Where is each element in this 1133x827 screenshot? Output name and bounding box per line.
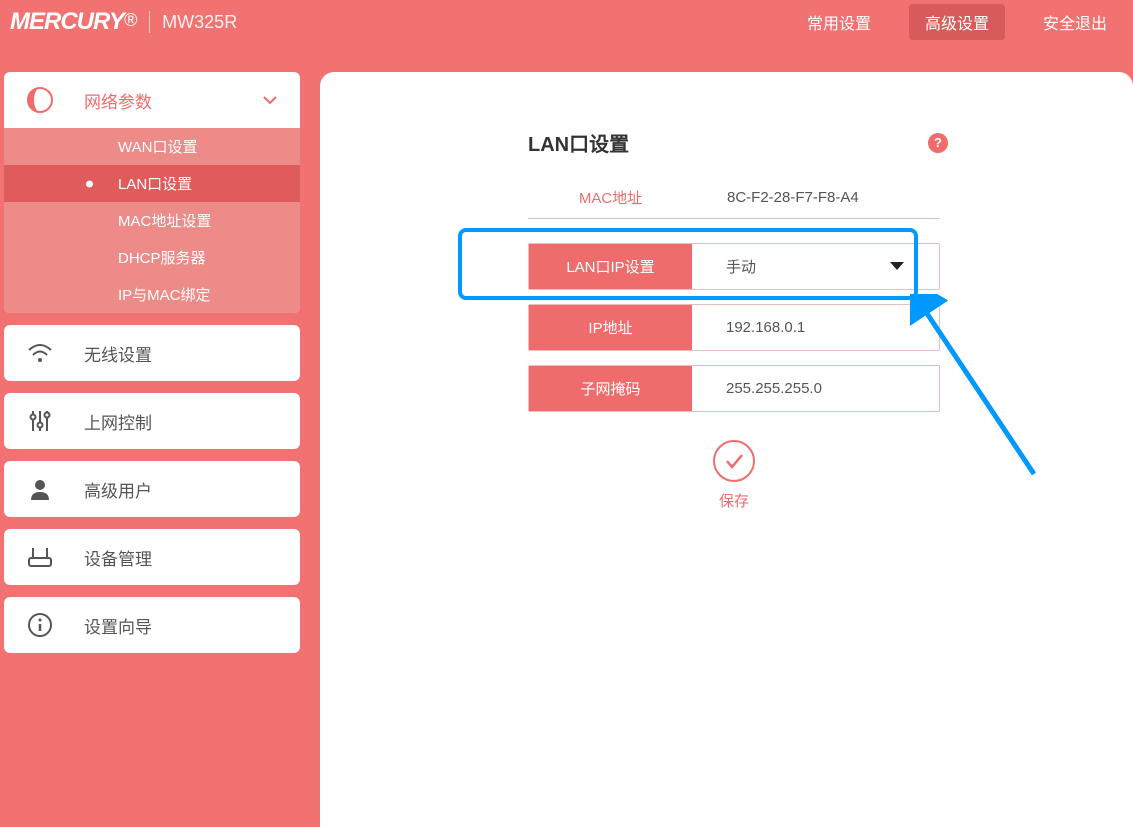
brand-logo: MERCURY (10, 8, 124, 36)
caret-down-icon (889, 258, 905, 275)
menu-users-header[interactable]: 高级用户 (4, 461, 300, 517)
menu-control-header[interactable]: 上网控制 (4, 393, 300, 449)
menu-control: 上网控制 (4, 393, 300, 449)
top-nav: 常用设置 高级设置 安全退出 (791, 4, 1123, 40)
save-block: 保存 (528, 440, 940, 511)
subnet-mask-input[interactable] (726, 380, 905, 397)
menu-wireless-label: 无线设置 (84, 341, 152, 366)
page-title: LAN口设置 (528, 128, 629, 157)
lan-ip-setting-select[interactable]: 手动 (692, 244, 939, 289)
page-title-row: LAN口设置 ? (528, 128, 948, 157)
help-icon[interactable]: ? (928, 133, 948, 153)
mac-label: MAC地址 (528, 187, 693, 208)
save-label: 保存 (719, 490, 749, 511)
menu-users-label: 高级用户 (84, 477, 152, 502)
menu-control-label: 上网控制 (84, 409, 152, 434)
menu-wireless-header[interactable]: 无线设置 (4, 325, 300, 381)
menu-device-header[interactable]: 设备管理 (4, 529, 300, 585)
globe-icon (26, 86, 54, 114)
subnet-mask-label: 子网掩码 (529, 366, 692, 411)
sidebar-item-dhcp[interactable]: DHCP服务器 (4, 239, 300, 276)
lan-ip-setting-value: 手动 (726, 256, 756, 277)
sidebar-item-lan[interactable]: LAN口设置 (4, 165, 300, 202)
ip-address-label: IP地址 (529, 305, 692, 350)
mac-value: 8C-F2-28-F7-F8-A4 (693, 189, 940, 206)
subnet-mask-row: 子网掩码 (528, 365, 940, 412)
info-icon (26, 611, 54, 639)
brand-reg: ® (124, 10, 137, 31)
nav-logout[interactable]: 安全退出 (1027, 4, 1123, 40)
menu-wireless: 无线设置 (4, 325, 300, 381)
menu-users: 高级用户 (4, 461, 300, 517)
wifi-icon (26, 339, 54, 367)
ip-address-row: IP地址 (528, 304, 940, 351)
check-icon (722, 449, 746, 473)
sidebar-item-mac[interactable]: MAC地址设置 (4, 202, 300, 239)
lan-ip-setting-row: LAN口IP设置 手动 (528, 243, 940, 290)
menu-device: 设备管理 (4, 529, 300, 585)
nav-advanced-settings[interactable]: 高级设置 (909, 4, 1005, 40)
brand-model: MW325R (162, 12, 237, 33)
menu-network-header[interactable]: 网络参数 (4, 72, 300, 128)
sliders-icon (26, 407, 54, 435)
menu-wizard: 设置向导 (4, 597, 300, 653)
sidebar-item-ipbind[interactable]: IP与MAC绑定 (4, 276, 300, 313)
mac-row: MAC地址 8C-F2-28-F7-F8-A4 (528, 187, 940, 219)
header: MERCURY ® MW325R 常用设置 高级设置 安全退出 (0, 0, 1133, 44)
sidebar: 网络参数 WAN口设置 LAN口设置 MAC地址设置 DHCP服务器 IP与MA… (0, 72, 300, 827)
nav-common-settings[interactable]: 常用设置 (791, 4, 887, 40)
chevron-down-icon (262, 90, 278, 110)
sidebar-item-wan[interactable]: WAN口设置 (4, 128, 300, 165)
main-panel: LAN口设置 ? MAC地址 8C-F2-28-F7-F8-A4 LAN口IP设… (320, 72, 1133, 827)
menu-network-label: 网络参数 (84, 88, 152, 113)
brand: MERCURY ® MW325R (10, 8, 237, 36)
user-icon (26, 475, 54, 503)
save-button[interactable] (713, 440, 755, 482)
lan-ip-setting-label: LAN口IP设置 (529, 244, 692, 289)
menu-device-label: 设备管理 (84, 545, 152, 570)
brand-separator (149, 11, 150, 33)
submenu-network: WAN口设置 LAN口设置 MAC地址设置 DHCP服务器 IP与MAC绑定 (4, 128, 300, 313)
router-icon (26, 543, 54, 571)
ip-address-input[interactable] (726, 319, 905, 336)
menu-network: 网络参数 WAN口设置 LAN口设置 MAC地址设置 DHCP服务器 IP与MA… (4, 72, 300, 313)
menu-wizard-header[interactable]: 设置向导 (4, 597, 300, 653)
menu-wizard-label: 设置向导 (84, 613, 152, 638)
